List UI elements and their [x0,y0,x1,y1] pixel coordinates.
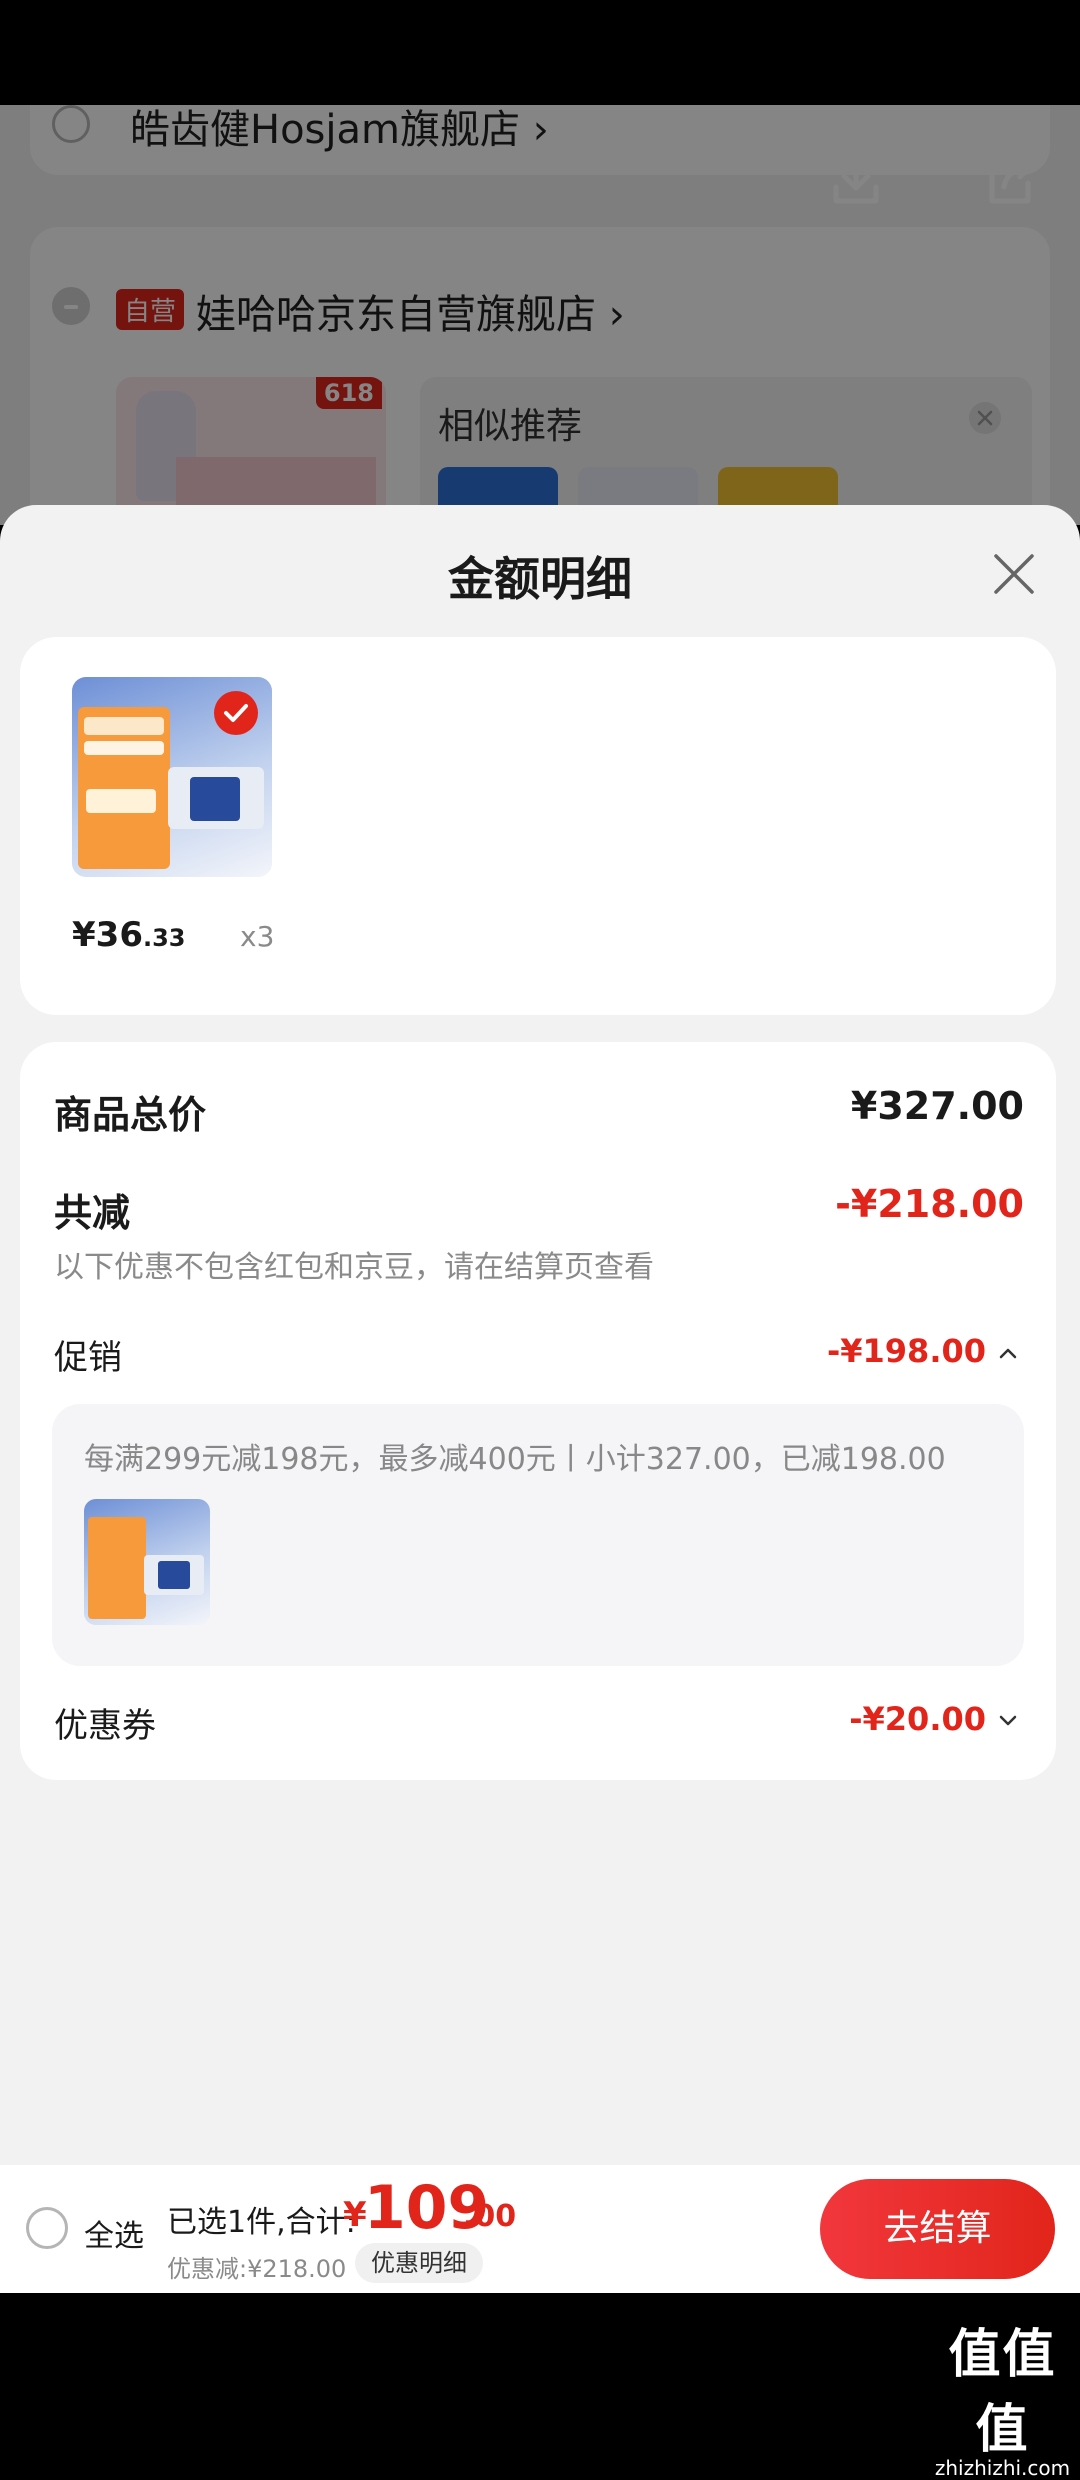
total-price-value: ¥327.00 [850,1084,1024,1128]
reduce-note: 以下优惠不包含红包和京豆，请在结算页查看 [54,1250,654,1285]
checkout-bar: 全选 已选1件,合计: ¥ 109 .00 优惠减:¥218.00 优惠明细 去… [0,2165,1080,2293]
chevron-down-icon[interactable] [996,1708,1020,1732]
unit-price: ¥36.33 [72,915,186,955]
checkout-button[interactable]: 去结算 [820,2179,1055,2279]
promotion-detail-box: 每满299元减198元，最多减400元丨小计327.00，已减198.00 [52,1404,1024,1666]
chevron-up-icon[interactable] [996,1342,1020,1366]
selected-summary: 已选1件,合计: [167,2205,356,2240]
quantity: x3 [240,920,275,953]
total-price-label: 商品总价 [54,1093,207,1137]
select-all-label[interactable]: 全选 [84,2211,144,2255]
coupon-value[interactable]: -¥20.00 [849,1700,986,1738]
discount-detail-button[interactable]: 优惠明细 [355,2243,483,2283]
total-reduce-value: -¥218.00 [835,1182,1024,1226]
close-icon[interactable] [990,550,1038,598]
discount-summary: 优惠减:¥218.00 [167,2255,347,2283]
promotion-product-thumbnail[interactable] [84,1499,210,1625]
site-watermark: 值值值 zhizhizhi.com [925,2312,1080,2480]
select-all-checkbox[interactable] [26,2207,68,2249]
watermark-url: zhizhizhi.com [934,2456,1071,2480]
total-reduce-label: 共减 [54,1191,131,1235]
amount-detail-sheet: 金额明细 ¥36.33 x3 商品总价 ¥327.00 共减 -¥218.00 … [0,505,1080,2165]
price-summary-card: 商品总价 ¥327.00 共减 -¥218.00 以下优惠不包含红包和京豆，请在… [20,1042,1056,1780]
selected-check-icon[interactable] [214,691,258,735]
promotion-label: 促销 [54,1338,122,1378]
sheet-title: 金额明细 [448,552,632,606]
watermark-logo: 值值值 [948,2325,1057,2460]
promotion-rule: 每满299元减198元，最多减400元丨小计327.00，已减198.00 [84,1442,946,1477]
product-image[interactable] [72,677,272,877]
total-amount-decimal: .00 [463,2199,517,2234]
coupon-label: 优惠券 [54,1706,156,1746]
promotion-value[interactable]: -¥198.00 [827,1332,986,1370]
product-card: ¥36.33 x3 [20,637,1056,1015]
dim-overlay[interactable] [0,105,1080,525]
